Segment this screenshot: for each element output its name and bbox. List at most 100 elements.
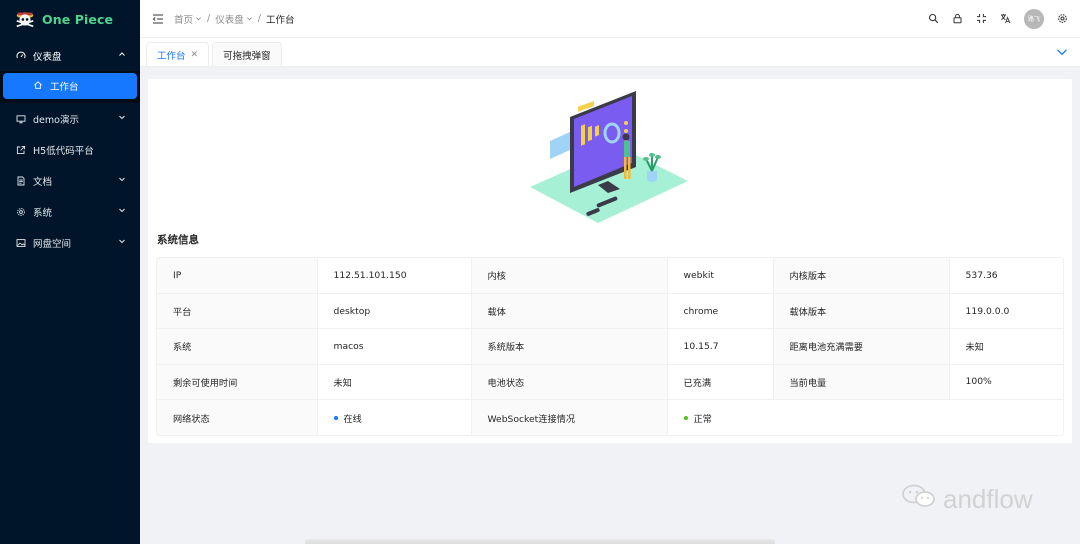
breadcrumb-label: 仪表盘: [215, 14, 244, 26]
chevron-up-icon: [118, 50, 126, 61]
info-label: 系统版本: [471, 328, 668, 365]
watermark: andflow: [900, 482, 1033, 517]
lock-icon[interactable]: [952, 13, 963, 24]
close-icon[interactable]: ✕: [191, 50, 199, 60]
info-value: macos: [317, 328, 472, 365]
info-label: WebSocket连接情况: [471, 399, 668, 435]
info-label: 系统: [157, 328, 318, 365]
info-label: 当前电量: [773, 364, 950, 401]
sidebar-item-workbench[interactable]: 工作台: [3, 73, 137, 99]
table-row: 系统 macos 系统版本 10.15.7 距离电池充满需要 未知: [157, 328, 1063, 365]
home-icon: [33, 80, 43, 93]
info-value: 未知: [317, 364, 472, 401]
tab-workbench[interactable]: 工作台 ✕: [146, 42, 210, 66]
info-label: 电池状态: [471, 364, 668, 401]
app-logo[interactable]: One Piece: [0, 0, 140, 38]
menu-fold-icon[interactable]: [152, 13, 164, 25]
system-info-descriptions: IP 112.51.101.150 内核 webkit 内核版本 537.36 平台 desk…: [156, 257, 1064, 436]
info-value: chrome: [667, 293, 774, 330]
info-value: 在线: [317, 399, 472, 435]
tab-draggable-modal[interactable]: 可拖拽弹窗: [212, 42, 282, 66]
settings-icon[interactable]: [1057, 13, 1068, 24]
app-name: One Piece: [42, 11, 114, 27]
info-value: 已充满: [667, 364, 774, 401]
section-title: 系统信息: [157, 234, 199, 246]
breadcrumb-item-current: 工作台: [265, 14, 295, 26]
sidebar-item-system[interactable]: 系统: [0, 196, 140, 227]
breadcrumb-separator: /: [257, 13, 261, 24]
info-label: 载体: [471, 293, 668, 330]
sidebar-item-label: 系统: [33, 207, 53, 219]
info-value: 10.15.7: [667, 328, 774, 365]
chevron-down-icon: [196, 17, 202, 21]
fullscreen-icon[interactable]: [976, 13, 987, 24]
breadcrumb-item-dashboard[interactable]: 仪表盘: [215, 12, 253, 26]
settings-icon: [16, 207, 26, 217]
chevron-down-icon: [246, 17, 252, 21]
tab-label: 工作台: [157, 50, 186, 62]
translate-icon[interactable]: [1000, 13, 1011, 24]
sidebar-item-label: 仪表盘: [33, 51, 62, 63]
breadcrumb-label: 首页: [174, 14, 194, 26]
sidebar-item-label: H5低代码平台: [33, 145, 94, 157]
watermark-text: andflow: [943, 484, 1033, 514]
external-link-icon: [16, 145, 26, 155]
monitor-icon: [16, 114, 26, 124]
info-label: IP: [157, 258, 318, 294]
tab-label: 可拖拽弹窗: [223, 50, 271, 62]
info-label: 载体版本: [773, 293, 950, 330]
breadcrumb: 首页 / 仪表盘 / 工作台: [174, 12, 294, 26]
chevron-down-icon: [118, 113, 126, 124]
file-text-icon: [16, 176, 26, 186]
wechat-icon: [900, 482, 940, 517]
info-value: 112.51.101.150: [317, 258, 472, 294]
status-dot: [333, 416, 338, 420]
table-row: 网络状态 在线 WebSocket连接情况 正常: [157, 399, 1063, 435]
chevron-down-icon[interactable]: [1056, 46, 1068, 58]
info-value: 537.36: [949, 258, 1063, 294]
top-header: 首页 / 仪表盘 / 工作台 路飞: [140, 0, 1080, 38]
chevron-down-icon: [118, 175, 126, 186]
sidebar: One Piece 仪表盘 工作台 demo演示 H5低代码平台 文档 系统 网…: [0, 0, 140, 544]
picture-icon: [16, 238, 26, 248]
info-value: 100%: [949, 364, 1063, 401]
table-row: 平台 desktop 载体 chrome 载体版本 119.0.0.0: [157, 293, 1063, 330]
workbench-card: 系统信息 IP 112.51.101.150 内核 webkit 内核版本 537.36 平…: [148, 79, 1072, 443]
table-row: IP 112.51.101.150 内核 webkit 内核版本 537.36: [157, 258, 1063, 294]
info-value: webkit: [667, 258, 774, 294]
sidebar-item-label: demo演示: [33, 114, 79, 126]
info-label: 内核: [471, 258, 668, 294]
status-text: 正常: [693, 413, 712, 425]
search-icon[interactable]: [928, 13, 939, 24]
sidebar-item-dashboard[interactable]: 仪表盘: [0, 40, 140, 71]
sidebar-item-h5-lowcode[interactable]: H5低代码平台: [0, 134, 140, 165]
sidebar-submenu-dashboard: 工作台: [0, 71, 140, 103]
sidebar-item-label: 工作台: [50, 82, 79, 93]
info-label: 距离电池充满需要: [773, 328, 950, 365]
tabs-bar: 工作台 ✕ 可拖拽弹窗: [140, 38, 1080, 67]
skull-logo-icon: [16, 12, 34, 28]
chevron-down-icon: [118, 206, 126, 217]
avatar[interactable]: 路飞: [1024, 8, 1044, 29]
breadcrumb-item-home[interactable]: 首页: [174, 12, 202, 26]
system-info-body: IP 112.51.101.150 内核 webkit 内核版本 537.36 平台 desk…: [157, 258, 1063, 435]
info-value: 119.0.0.0: [949, 293, 1063, 330]
dashboard-icon: [16, 51, 26, 61]
workbench-illustration: [530, 91, 688, 223]
status-text: 在线: [343, 413, 362, 425]
info-value: 未知: [949, 328, 1063, 365]
header-actions: 路飞: [928, 8, 1068, 29]
info-label: 平台: [157, 293, 318, 330]
sidebar-menu: 仪表盘 工作台 demo演示 H5低代码平台 文档 系统 网盘空间: [0, 40, 140, 258]
sidebar-item-docs[interactable]: 文档: [0, 165, 140, 196]
sidebar-item-demo[interactable]: demo演示: [0, 103, 140, 134]
sidebar-item-label: 文档: [33, 176, 53, 188]
status-dot: [683, 416, 688, 420]
info-label: 剩余可使用时间: [157, 364, 318, 401]
info-label: 内核版本: [773, 258, 950, 294]
sidebar-item-netdisk[interactable]: 网盘空间: [0, 227, 140, 258]
sidebar-item-label: 网盘空间: [33, 238, 72, 250]
system-info-table: IP 112.51.101.150 内核 webkit 内核版本 537.36 平台 desk…: [157, 258, 1063, 435]
table-row: 剩余可使用时间 未知 电池状态 已充满 当前电量 100%: [157, 364, 1063, 401]
info-value: 正常: [667, 399, 1063, 435]
